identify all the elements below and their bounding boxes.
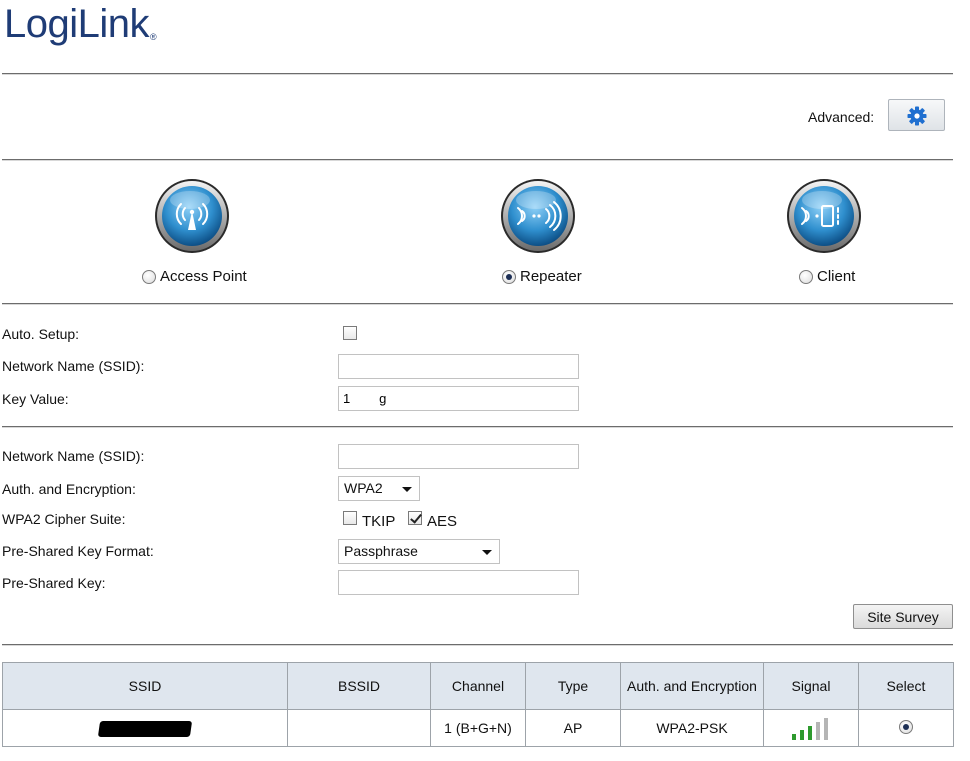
auto-setup-label: Auto. Setup: <box>2 326 80 342</box>
signal-bar <box>824 718 828 740</box>
site-survey-button[interactable]: Site Survey <box>853 604 953 629</box>
signal-bar <box>792 734 796 740</box>
router-config-page: LogiLink® Advanced: Access Point Repeate… <box>0 0 970 761</box>
mode-option-repeater[interactable]: Repeater <box>502 268 582 285</box>
table-row[interactable]: 1 (B+G+N) AP WPA2-PSK <box>2 709 954 747</box>
client-label: Client <box>817 268 856 285</box>
signal-bar <box>800 730 804 740</box>
psk-input[interactable] <box>338 570 579 595</box>
psk-format-value: Passphrase <box>344 543 418 559</box>
column-header-auth: Auth. and Encryption <box>620 662 764 710</box>
chevron-down-icon <box>482 550 492 555</box>
access-point-icon[interactable] <box>154 178 230 254</box>
advanced-settings-button[interactable] <box>888 99 945 131</box>
client-radio[interactable] <box>799 269 813 284</box>
column-header-bssid: BSSID <box>287 662 431 710</box>
logilink-logo: LogiLink® <box>4 2 157 47</box>
key-value-input[interactable] <box>338 386 579 411</box>
signal-bar <box>816 722 820 740</box>
security-ssid-label: Network Name (SSID): <box>2 448 145 464</box>
repeater-label: Repeater <box>520 268 582 285</box>
mode-option-access-point[interactable]: Access Point <box>142 268 247 285</box>
select-network-radio[interactable] <box>899 719 913 734</box>
psk-format-select[interactable]: Passphrase <box>338 539 500 564</box>
aes-label: AES <box>427 513 458 530</box>
cell-ssid <box>2 709 288 747</box>
column-header-signal: Signal <box>763 662 859 710</box>
aes-checkbox[interactable] <box>408 511 422 525</box>
cell-select[interactable] <box>858 709 954 747</box>
auto-setup-checkbox[interactable] <box>343 326 357 340</box>
signal-strength-icon <box>792 718 828 740</box>
column-header-type: Type <box>525 662 621 710</box>
psk-label: Pre-Shared Key: <box>2 575 106 591</box>
advanced-label: Advanced: <box>808 109 875 125</box>
cell-bssid <box>287 709 431 747</box>
divider <box>2 73 953 75</box>
divider <box>2 426 953 428</box>
repeater-ssid-input[interactable] <box>338 354 579 379</box>
divider <box>2 159 953 161</box>
chevron-down-icon <box>402 487 412 492</box>
repeater-ssid-label: Network Name (SSID): <box>2 358 145 374</box>
client-icon[interactable] <box>786 178 862 254</box>
cipher-suite-label: WPA2 Cipher Suite: <box>2 511 126 527</box>
logo-text: LogiLink <box>4 2 150 46</box>
divider <box>2 303 953 305</box>
psk-format-label: Pre-Shared Key Format: <box>2 543 154 559</box>
security-ssid-input[interactable] <box>338 444 579 469</box>
logo-registered-mark: ® <box>150 32 157 42</box>
site-survey-table: SSID BSSID Channel Type Auth. and Encryp… <box>2 662 954 747</box>
table-header-row: SSID BSSID Channel Type Auth. and Encryp… <box>2 662 954 710</box>
cell-type: AP <box>525 709 621 747</box>
key-value-label: Key Value: <box>2 391 69 407</box>
access-point-radio[interactable] <box>142 269 156 284</box>
auth-encryption-value: WPA2 <box>344 480 383 496</box>
redacted-ssid <box>97 720 193 737</box>
divider <box>2 644 953 646</box>
tkip-checkbox[interactable] <box>343 511 357 525</box>
cell-channel: 1 (B+G+N) <box>430 709 526 747</box>
tkip-label: TKIP <box>362 513 396 530</box>
column-header-channel: Channel <box>430 662 526 710</box>
column-header-ssid: SSID <box>2 662 288 710</box>
access-point-label: Access Point <box>160 268 247 285</box>
signal-bar <box>808 726 812 740</box>
cell-signal <box>763 709 859 747</box>
auth-encryption-label: Auth. and Encryption: <box>2 481 136 497</box>
repeater-radio[interactable] <box>502 269 516 284</box>
repeater-icon[interactable] <box>500 178 576 254</box>
column-header-select: Select <box>858 662 954 710</box>
cell-auth: WPA2-PSK <box>620 709 764 747</box>
gear-icon <box>907 106 927 126</box>
mode-option-client[interactable]: Client <box>799 268 855 285</box>
auth-encryption-select[interactable]: WPA2 <box>338 476 420 501</box>
